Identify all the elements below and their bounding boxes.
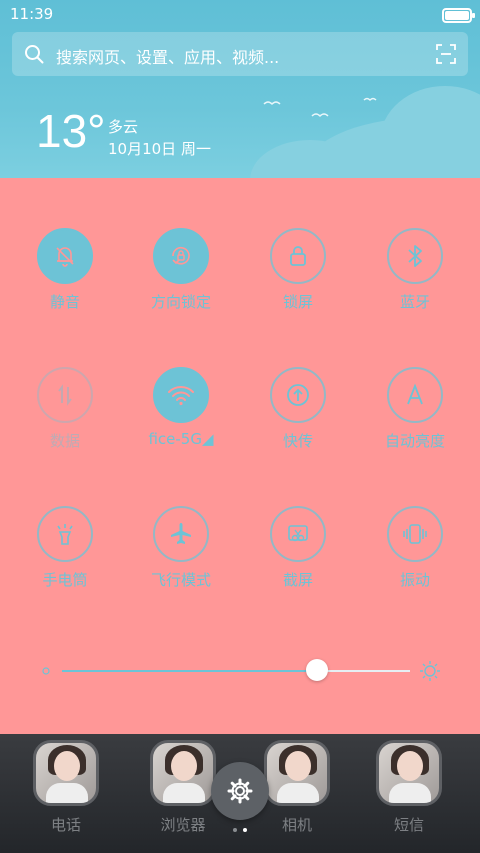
toggle-bluetooth[interactable]: 蓝牙 [365,228,465,312]
toggle-circle[interactable] [387,367,443,423]
bell-off-icon [56,247,74,267]
wifi-icon [168,386,194,406]
toggle-label: 数据 [49,432,80,450]
toggle-circle[interactable] [270,367,326,423]
status-bar: 11:39 [0,0,480,28]
toggle-circle[interactable] [153,228,209,284]
toggle-circle[interactable] [270,506,326,562]
toggle-circle[interactable] [37,506,93,562]
toggle-label: 飞行模式 [150,571,211,589]
toggle-flashlight[interactable]: 手电筒 [15,506,115,590]
brightness-slider-rest[interactable] [317,670,410,672]
browser-app-icon[interactable] [150,740,216,806]
dock-app-label: 电话 [50,816,81,834]
airplane-icon [171,523,191,544]
dock-app-messages[interactable]: 短信 [369,740,449,835]
phone-app-icon[interactable] [33,740,99,806]
weather-condition: 多云 [108,118,139,136]
mobile-data-icon [58,384,72,406]
toggle-label: 自动亮度 [384,432,445,450]
toggle-label: 蓝牙 [399,293,430,311]
toggle-label: 手电筒 [42,571,88,589]
status-time: 11:39 [10,5,54,23]
brightness-high-icon [420,661,440,681]
toggle-screenshot[interactable]: 截屏 [248,506,348,590]
toggle-circle[interactable] [153,506,209,562]
dock-app-camera[interactable]: 相机 [257,740,337,835]
bluetooth-icon [408,245,422,267]
toggle-lock-screen[interactable]: 锁屏 [248,228,348,312]
quick-settings-panel: 静音 方向锁定 锁屏 蓝牙 数据 fice-5G◢ 快传 自动亮度 手电筒 飞行… [0,178,480,734]
dock-app-label: 相机 [281,816,312,834]
page-indicator-dot [233,828,237,832]
toggle-circle[interactable] [37,228,93,284]
toggle-circle[interactable] [387,228,443,284]
search-placeholder: 搜索网页、设置、应用、视频... [56,48,280,67]
search-bar[interactable]: 搜索网页、设置、应用、视频... [12,32,468,76]
toggle-label: 截屏 [282,571,313,589]
lock-icon [290,246,306,266]
screenshot-icon [288,525,308,542]
toggle-circle[interactable] [270,228,326,284]
dock-app-phone[interactable]: 电话 [26,740,106,835]
toggle-wifi[interactable]: fice-5G◢ [131,367,231,448]
vibrate-icon [403,524,427,544]
toggle-circle[interactable] [387,506,443,562]
toggle-airplane-mode[interactable]: 飞行模式 [131,506,231,590]
weather-date: 10月10日 周一 [108,140,211,158]
search-icon [25,45,44,64]
toggle-label: fice-5G◢ [148,430,214,448]
auto-brightness-icon [407,383,423,405]
toggle-mute[interactable]: 静音 [15,228,115,312]
page-indicator-dot-active [243,828,247,832]
dock-app-label: 短信 [393,816,424,834]
rotation-lock-icon [172,246,190,265]
settings-button[interactable] [211,762,269,820]
toggle-label: 振动 [399,571,430,589]
toggle-vibrate[interactable]: 振动 [365,506,465,590]
birds-icon [263,97,377,118]
toggle-auto-brightness[interactable]: 自动亮度 [365,367,465,451]
flashlight-icon [57,524,73,545]
toggle-label: 方向锁定 [150,293,211,311]
gear-icon [227,778,253,804]
toggle-circle[interactable] [37,367,93,423]
messages-app-icon[interactable] [376,740,442,806]
dock-app-label: 浏览器 [160,816,206,834]
toggle-label: 快传 [282,432,313,450]
camera-app-icon[interactable] [264,740,330,806]
brightness-slider-thumb[interactable] [306,659,329,681]
toggle-circle[interactable] [153,367,209,423]
upload-icon [287,384,309,406]
cloud-decoration [380,86,480,178]
weather-temperature[interactable]: 13° [36,108,106,154]
toggle-quick-transfer[interactable]: 快传 [248,367,348,451]
toggle-mobile-data[interactable]: 数据 [15,367,115,451]
battery-icon [442,8,475,23]
brightness-low-icon [42,667,50,675]
toggle-rotation-lock[interactable]: 方向锁定 [131,228,231,312]
toggle-label: 静音 [49,293,80,311]
scan-icon[interactable] [436,44,456,64]
toggle-label: 锁屏 [282,293,313,311]
